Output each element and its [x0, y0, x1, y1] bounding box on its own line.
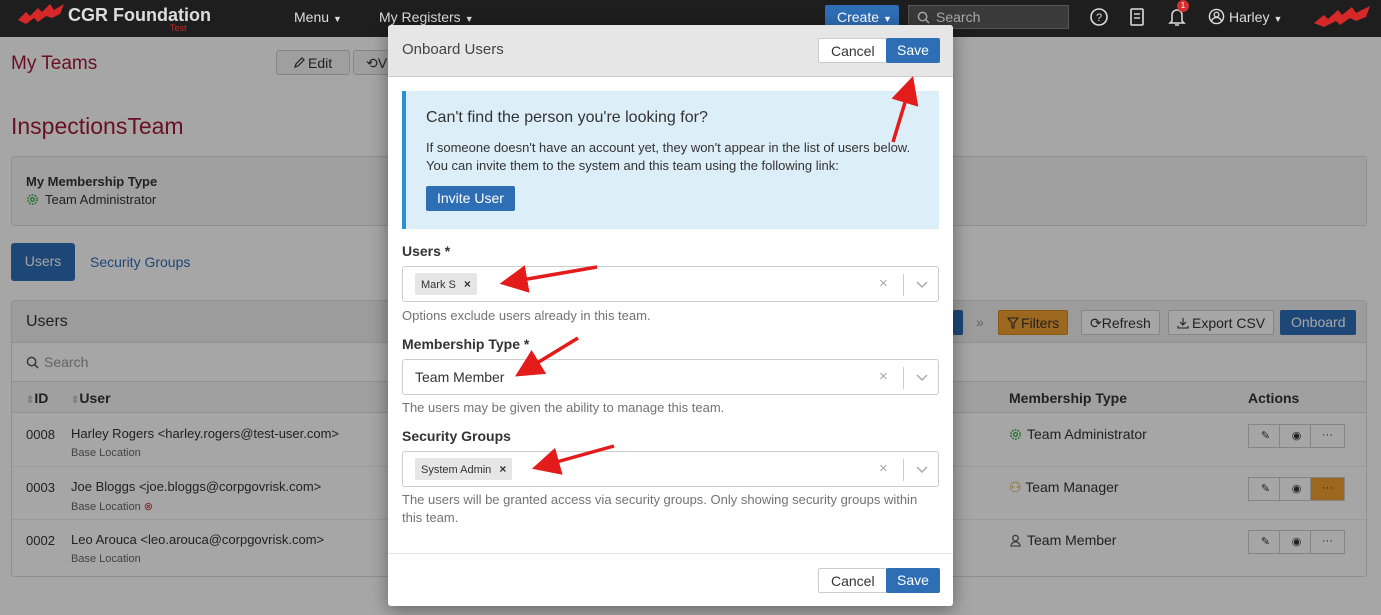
- clear-icon[interactable]: ×: [879, 460, 888, 477]
- registers-dropdown[interactable]: My Registers ▼: [379, 9, 474, 25]
- modal-header: Onboard Users Cancel Save: [388, 25, 953, 77]
- search-placeholder: Search: [936, 9, 981, 25]
- modal-footer: Cancel Save: [388, 553, 953, 606]
- book-icon[interactable]: [1129, 7, 1145, 27]
- menu-dropdown[interactable]: Menu ▼: [294, 9, 342, 25]
- search-icon: [917, 11, 930, 24]
- security-groups-select[interactable]: System Admin × ×: [402, 451, 939, 487]
- select-separator: [903, 367, 904, 389]
- membership-select-value: Team Member: [415, 369, 505, 385]
- select-separator: [903, 274, 904, 296]
- info-callout: Can't find the person you're looking for…: [402, 91, 939, 229]
- create-label: Create: [837, 9, 880, 25]
- chevron-down-icon[interactable]: [915, 274, 929, 294]
- membership-help-text: The users may be given the ability to ma…: [402, 400, 725, 415]
- membership-type-select[interactable]: Team Member ×: [402, 359, 939, 395]
- info-text: If someone doesn't have an account yet, …: [426, 140, 911, 173]
- partner-logo-icon: [1314, 6, 1370, 27]
- menu-label: Menu: [294, 9, 330, 25]
- security-groups-field-label: Security Groups: [402, 428, 511, 444]
- select-separator: [903, 459, 904, 481]
- chevron-down-icon[interactable]: [915, 367, 929, 387]
- brand-name[interactable]: CGR Foundation: [68, 5, 211, 26]
- users-help-text: Options exclude users already in this te…: [402, 308, 651, 323]
- logo-icon: [18, 4, 64, 24]
- caret-down-icon: ▼: [464, 14, 474, 24]
- modal-title: Onboard Users: [402, 41, 504, 58]
- caret-down-icon: ▼: [333, 14, 342, 24]
- help-icon[interactable]: ?: [1089, 7, 1109, 27]
- header-cancel-button[interactable]: Cancel: [818, 38, 888, 63]
- users-select[interactable]: Mark S × ×: [402, 266, 939, 302]
- info-title: Can't find the person you're looking for…: [426, 109, 708, 126]
- registers-label: My Registers: [379, 9, 461, 25]
- notification-badge: 1: [1177, 0, 1189, 12]
- caret-down-icon: ▼: [883, 14, 892, 24]
- footer-save-button[interactable]: Save: [886, 568, 940, 593]
- user-name: Harley: [1229, 9, 1270, 25]
- users-field-label: Users *: [402, 243, 451, 259]
- membership-field-label: Membership Type *: [402, 336, 530, 352]
- chevron-down-icon[interactable]: [915, 459, 929, 479]
- remove-chip-icon[interactable]: ×: [499, 462, 506, 476]
- clear-icon[interactable]: ×: [879, 368, 888, 385]
- chip-label: System Admin: [421, 464, 492, 476]
- footer-cancel-button[interactable]: Cancel: [818, 568, 888, 593]
- onboard-users-modal: Onboard Users Cancel Save Can't find the…: [388, 25, 953, 606]
- clear-icon[interactable]: ×: [879, 275, 888, 292]
- selected-group-chip: System Admin ×: [415, 458, 513, 480]
- brand-env-label: Test: [170, 23, 187, 33]
- user-circle-icon: [1208, 8, 1225, 25]
- security-groups-help-text: The users will be granted access via sec…: [402, 492, 918, 525]
- selected-user-chip: Mark S ×: [415, 273, 477, 295]
- header-save-button[interactable]: Save: [886, 38, 940, 63]
- chip-label: Mark S: [421, 279, 456, 291]
- remove-chip-icon[interactable]: ×: [464, 277, 471, 291]
- caret-down-icon: ▼: [1273, 14, 1283, 24]
- svg-text:?: ?: [1096, 12, 1102, 24]
- user-menu[interactable]: Harley ▼: [1208, 8, 1282, 25]
- invite-user-button[interactable]: Invite User: [426, 186, 515, 211]
